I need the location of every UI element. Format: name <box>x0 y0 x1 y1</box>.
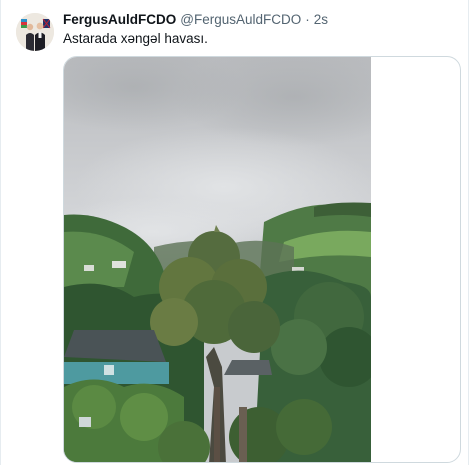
tweet-text: Astarada xəngəl havası. <box>63 31 208 46</box>
tweet-media[interactable] <box>63 56 461 463</box>
avatar-photo <box>16 13 54 51</box>
separator-dot: · <box>305 12 310 27</box>
display-name[interactable]: FergusAuldFCDO <box>63 12 176 27</box>
timestamp[interactable]: 2s <box>314 12 328 27</box>
tweet-header: FergusAuldFCDO @FergusAuldFCDO · 2s <box>63 12 328 27</box>
avatar[interactable] <box>16 13 54 51</box>
landscape-photo <box>64 57 371 462</box>
user-handle[interactable]: @FergusAuldFCDO <box>180 12 301 27</box>
tweet-card[interactable]: FergusAuldFCDO @FergusAuldFCDO · 2s Asta… <box>0 0 469 465</box>
